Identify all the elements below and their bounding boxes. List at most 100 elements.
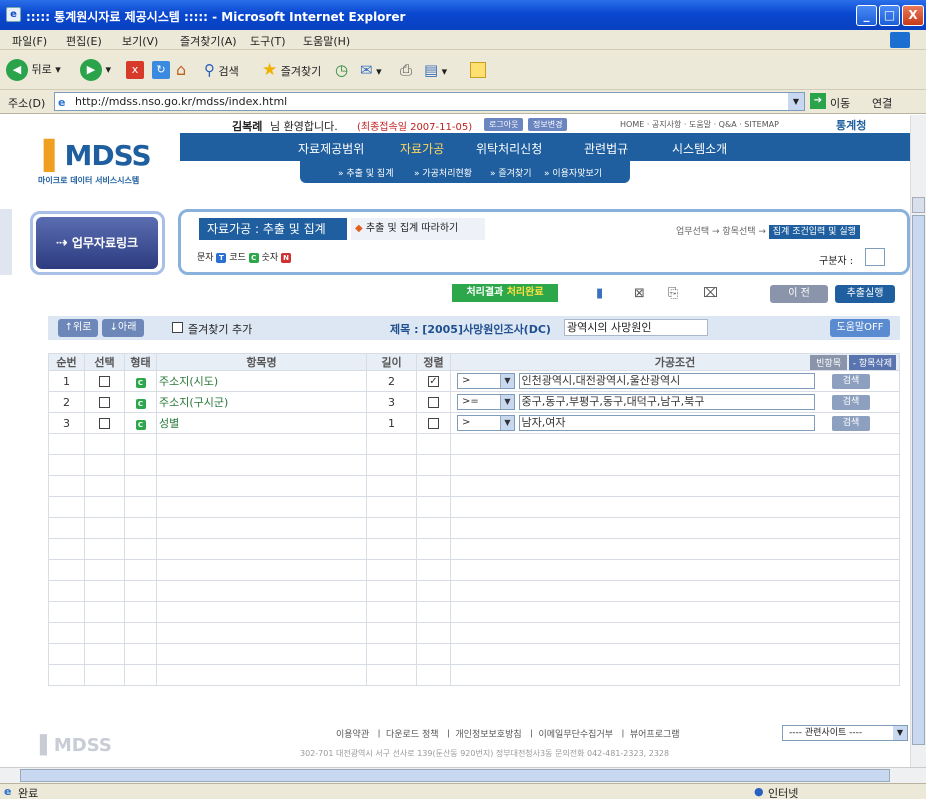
- stop-button[interactable]: x: [126, 58, 144, 82]
- home-button[interactable]: ⌂: [176, 58, 186, 82]
- delimiter-label: 구분자 :: [819, 256, 854, 267]
- mail-button[interactable]: ✉ ▾: [360, 58, 382, 82]
- save-icon[interactable]: ⎘: [668, 286, 678, 301]
- condition-search-button[interactable]: 검색: [832, 415, 870, 431]
- condition-input[interactable]: 중구,동구,부평구,동구,대덕구,남구,북구: [518, 394, 815, 410]
- delimiter-input[interactable]: [865, 248, 885, 266]
- menu-file[interactable]: 파일(F): [12, 33, 47, 49]
- edit-icon: ▤: [424, 61, 439, 79]
- scroll-up-arrow-icon[interactable]: [912, 197, 925, 213]
- menu-edit[interactable]: 편집(E): [66, 33, 102, 49]
- footer-logo: ▌MDSS: [40, 735, 112, 756]
- footer-address: 302-701 대전광역시 서구 선사로 139(둔산동 920번지) 정부대전…: [300, 749, 670, 758]
- star-icon: ★: [262, 60, 278, 80]
- subnav-status[interactable]: » 가공처리현황: [414, 166, 472, 179]
- horizontal-scrollbar[interactable]: [0, 767, 926, 783]
- follow-along-link[interactable]: ◆ 추출 및 집계 따라하기: [351, 218, 485, 240]
- vertical-scrollbar[interactable]: [910, 115, 926, 767]
- condition-operator-select[interactable]: >= ▼: [457, 394, 515, 410]
- condition-search-button[interactable]: 검색: [832, 373, 870, 389]
- nav-data-processing[interactable]: 자료가공: [400, 140, 444, 157]
- messenger-button[interactable]: [470, 58, 486, 82]
- subnav-extract[interactable]: » 추출 및 집계: [338, 166, 394, 179]
- move-up-button[interactable]: ↑위로: [58, 319, 98, 337]
- print-button[interactable]: ⎙: [400, 58, 412, 82]
- nav-consign[interactable]: 위탁처리신청: [476, 140, 542, 157]
- favorites-button[interactable]: ★ 즐겨찾기: [262, 58, 321, 82]
- table-row: [48, 580, 900, 602]
- back-button[interactable]: ◀ 뒤로 ▾: [6, 58, 61, 82]
- condition-operator-select[interactable]: > ▼: [457, 373, 515, 389]
- ie-page-icon: e: [6, 7, 21, 22]
- row-sort-checkbox[interactable]: ✓: [428, 376, 439, 387]
- table-row: [48, 664, 900, 686]
- address-bar: 주소(D) e http://mdss.nso.go.kr/mdss/index…: [0, 90, 926, 114]
- related-sites-select[interactable]: ---- 관련사이트 ---- ▼: [782, 725, 908, 741]
- nav-system[interactable]: 시스템소개: [672, 140, 727, 157]
- blank-item-button[interactable]: 빈항목: [810, 355, 847, 370]
- mdss-logo[interactable]: ▌MDSS: [44, 139, 152, 172]
- result-value: 처리완료: [506, 287, 544, 298]
- nav-data-scope[interactable]: 자료제공범위: [298, 140, 364, 157]
- row-select-checkbox[interactable]: [99, 397, 110, 408]
- window-titlebar[interactable]: e ::::: 통계원시자료 제공시스템 ::::: - Microsoft I…: [0, 0, 926, 30]
- document-icon[interactable]: ▮: [596, 286, 603, 301]
- go-arrow-icon[interactable]: ➔: [810, 93, 826, 109]
- go-button[interactable]: 이동: [830, 95, 850, 111]
- scroll-thumb[interactable]: [912, 215, 925, 745]
- edit-button[interactable]: ▤ ▾: [424, 58, 447, 82]
- help-off-button[interactable]: 도움말OFF: [830, 319, 890, 337]
- minimize-button[interactable]: _: [856, 5, 877, 26]
- footer-links[interactable]: 이용약관 ㅣ 다운로드 정책 ㅣ 개인정보보호방침 ㅣ 이메일무단수집거부 ㅣ …: [336, 727, 680, 740]
- forward-button[interactable]: ▶ ▾: [80, 58, 111, 82]
- table-row: [48, 433, 900, 455]
- delete-icon[interactable]: ⌧: [703, 286, 718, 301]
- menu-tools[interactable]: 도구(T): [250, 33, 286, 49]
- maximize-button[interactable]: □: [879, 5, 900, 26]
- prev-button[interactable]: 이 전: [770, 285, 828, 303]
- condition-input[interactable]: 남자,여자: [518, 415, 815, 431]
- move-down-button[interactable]: ↓아래: [102, 319, 144, 337]
- row-select-checkbox[interactable]: [99, 376, 110, 387]
- delete-item-button[interactable]: - 항목삭제: [848, 355, 896, 370]
- menu-help[interactable]: 도움말(H): [303, 33, 350, 49]
- top-links[interactable]: HOME · 공지사항 · 도움말 · Q&A · SITEMAP: [620, 119, 779, 130]
- run-extract-button[interactable]: 추출실행: [835, 285, 895, 303]
- row-sort-checkbox[interactable]: [428, 397, 439, 408]
- row-length: 1: [366, 412, 417, 434]
- menu-bar: 파일(F) 편집(E) 보기(V) 즐겨찾기(A) 도구(T) 도움말(H): [0, 30, 926, 50]
- menu-view[interactable]: 보기(V): [122, 33, 158, 49]
- history-button[interactable]: ◷: [335, 58, 348, 82]
- close-button[interactable]: X: [902, 5, 924, 26]
- subnav-favorites[interactable]: » 즐겨찾기: [490, 166, 532, 179]
- welcome-strip: 김복례 님 환영합니다. (최종접속일 2007-11-05) 로그아웃 정보변…: [0, 115, 910, 133]
- work-link-button[interactable]: ⇢ 업무자료링크: [36, 217, 158, 269]
- process-panel: 자료가공 : 추출 및 집계 ◆ 추출 및 집계 따라하기 문자 T 코드 C …: [178, 209, 910, 275]
- info-change-button[interactable]: 정보변경: [528, 118, 568, 131]
- logout-button[interactable]: 로그아웃: [484, 118, 524, 131]
- refresh-button[interactable]: ↻: [152, 58, 170, 82]
- hscroll-thumb[interactable]: [20, 769, 890, 782]
- condition-operator-select[interactable]: > ▼: [457, 415, 515, 431]
- menu-favorites[interactable]: 즐겨찾기(A): [180, 33, 237, 49]
- row-select-checkbox[interactable]: [99, 418, 110, 429]
- subnav-viewer[interactable]: » 이용자맞보기: [544, 166, 602, 179]
- address-input[interactable]: e http://mdss.nso.go.kr/mdss/index.html …: [54, 92, 805, 111]
- row-sort-checkbox[interactable]: [428, 418, 439, 429]
- home-icon: ⌂: [176, 60, 187, 79]
- search-button[interactable]: ⚲ 검색: [204, 58, 239, 82]
- left-edge-decor: [0, 209, 12, 275]
- table-row: [48, 601, 900, 623]
- main-nav: 자료제공범위 자료가공 위탁처리신청 관련법규 시스템소개: [180, 133, 910, 161]
- logo-mark-icon: ▌: [44, 139, 66, 172]
- subject-input[interactable]: 광역시의 사망원인: [564, 319, 708, 336]
- links-button[interactable]: 연결: [872, 95, 892, 111]
- col-sort: 정렬: [416, 353, 451, 371]
- item-table: 순번 선택 형태 항목명 길이 정렬 가공조건 빈항목 - 항목삭제 1 C 주소지…: [48, 353, 900, 686]
- nav-laws[interactable]: 관련법규: [584, 140, 628, 157]
- excel-icon[interactable]: ⊠: [634, 286, 645, 301]
- condition-search-button[interactable]: 검색: [832, 394, 870, 410]
- condition-input[interactable]: 인천광역시,대전광역시,울산광역시: [518, 373, 815, 389]
- favorite-add-checkbox[interactable]: [172, 322, 183, 333]
- chevron-down-icon[interactable]: ▼: [788, 93, 804, 110]
